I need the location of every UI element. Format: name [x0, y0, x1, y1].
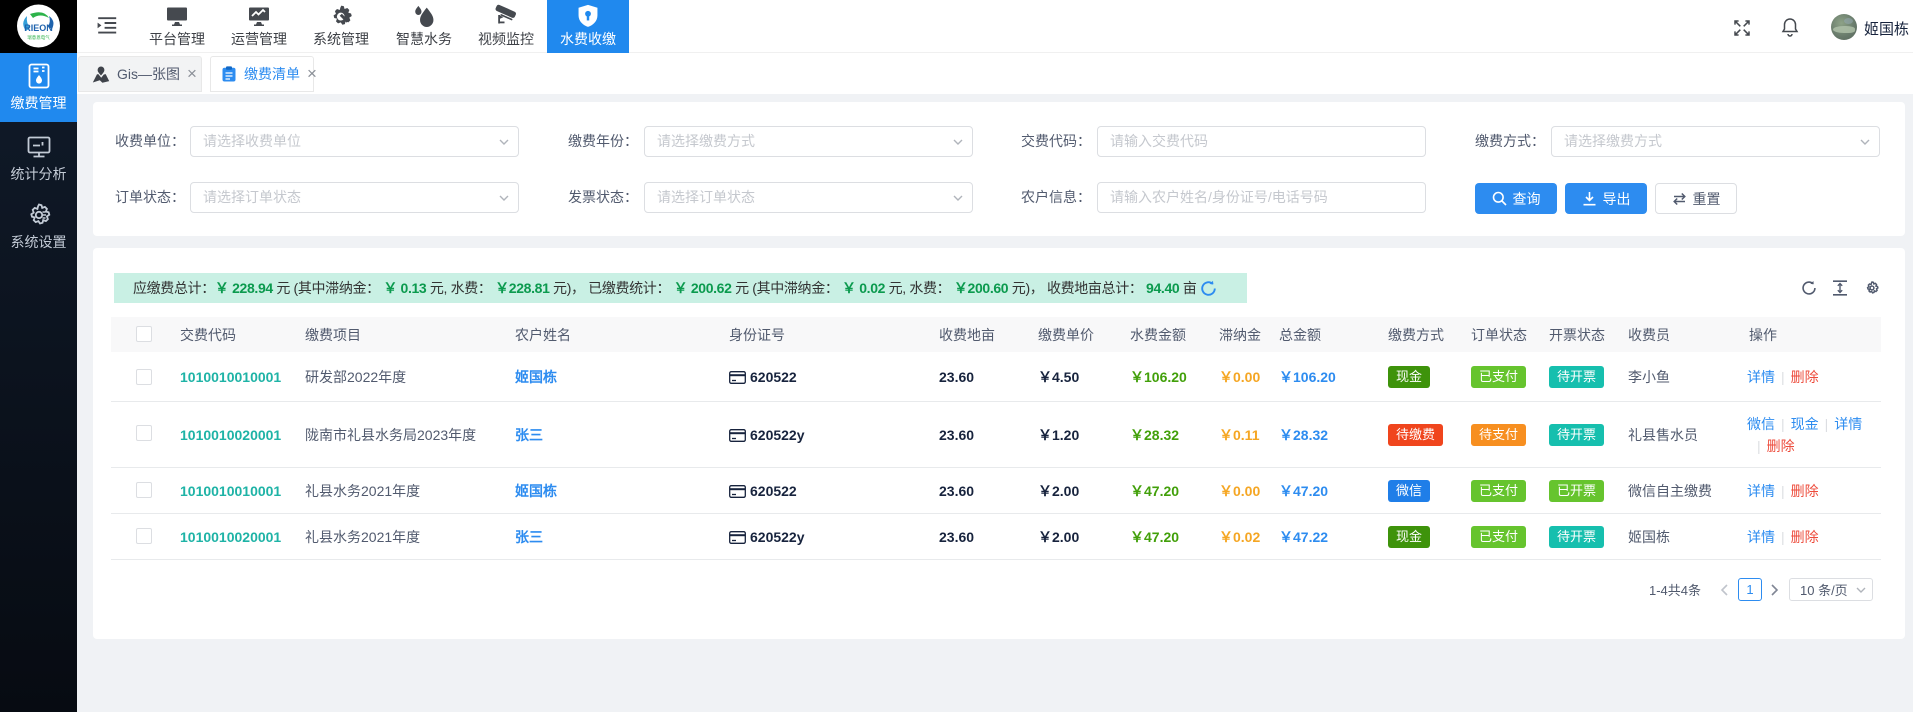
svg-text:RIEON: RIEON [24, 23, 53, 33]
svg-text:瑞意恩电气: 瑞意恩电气 [27, 34, 50, 40]
